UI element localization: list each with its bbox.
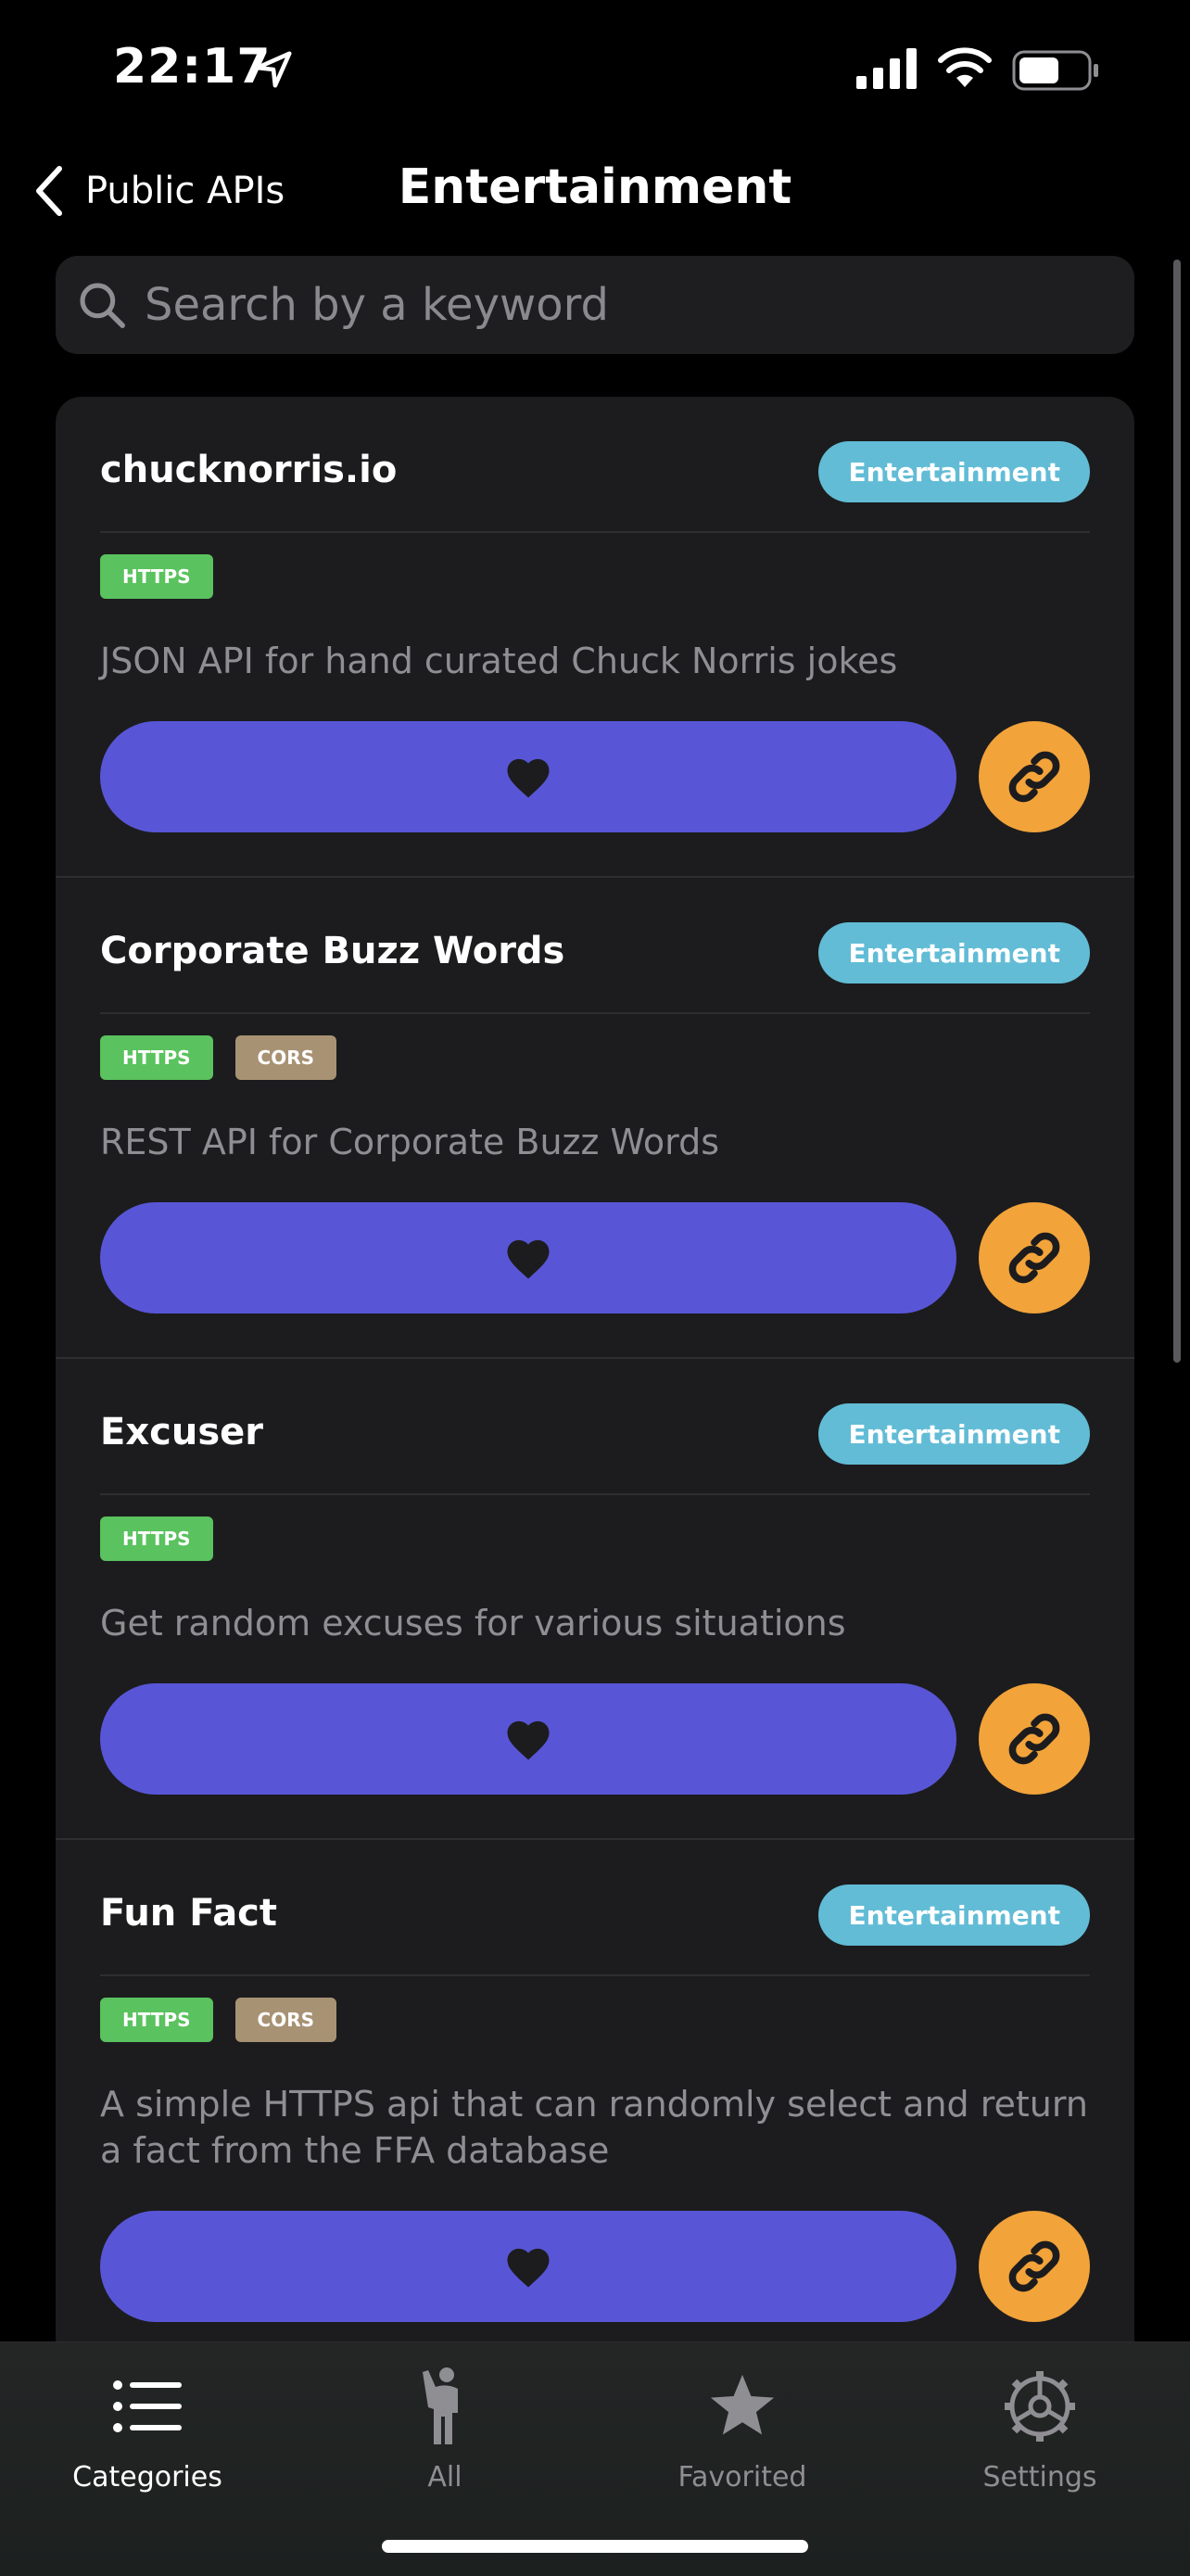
api-card[interactable]: Fun Fact Entertainment HTTPS CORS A simpl…	[56, 1840, 1134, 2343]
tab-label: Categories	[72, 2461, 222, 2494]
tab-label: All	[427, 2461, 462, 2494]
api-title: Corporate Buzz Words	[100, 930, 565, 972]
open-link-button[interactable]	[979, 2211, 1090, 2322]
person-icon	[403, 2365, 487, 2448]
api-description: JSON API for hand curated Chuck Norris j…	[100, 641, 898, 681]
star-icon	[701, 2365, 784, 2448]
tab-label: Settings	[982, 2461, 1097, 2494]
api-card[interactable]: Corporate Buzz Words Entertainment HTTPS…	[56, 878, 1134, 1359]
category-badge: Entertainment	[818, 1884, 1090, 1946]
category-badge: Entertainment	[818, 1403, 1090, 1465]
link-icon	[1008, 1232, 1060, 1284]
https-tag: HTTPS	[100, 554, 213, 599]
api-description: Get random excuses for various situation…	[100, 1603, 846, 1643]
api-card[interactable]: Excuser Entertainment HTTPS Get random e…	[56, 1359, 1134, 1840]
divider	[100, 1012, 1090, 1014]
tab-favorited[interactable]: Favorited	[650, 2365, 835, 2494]
api-description: A simple HTTPS api that can randomly sel…	[100, 2084, 1088, 2171]
tag-list: HTTPS	[100, 554, 213, 599]
divider	[100, 531, 1090, 533]
api-title: chucknorris.io	[100, 449, 398, 491]
https-tag: HTTPS	[100, 1516, 213, 1561]
https-tag: HTTPS	[100, 1035, 213, 1080]
cors-tag: CORS	[234, 1998, 337, 2042]
gear-icon	[998, 2365, 1082, 2448]
status-time: 22:17	[113, 39, 272, 95]
divider	[100, 1974, 1090, 1976]
location-arrow-icon	[255, 51, 292, 88]
api-title: Excuser	[100, 1411, 263, 1453]
heart-icon	[507, 2248, 550, 2288]
heart-icon	[507, 1239, 550, 1279]
tab-label: Favorited	[677, 2461, 807, 2494]
cellular-signal-icon	[856, 48, 917, 89]
search-input[interactable]	[143, 278, 1110, 332]
battery-icon	[1012, 50, 1098, 91]
api-title: Fun Fact	[100, 1892, 278, 1935]
tab-categories[interactable]: Categories	[55, 2365, 240, 2494]
https-tag: HTTPS	[100, 1998, 213, 2042]
link-icon	[1008, 751, 1060, 803]
tag-list: HTTPS CORS	[100, 1035, 337, 1080]
tab-all[interactable]: All	[352, 2365, 538, 2494]
open-link-button[interactable]	[979, 1202, 1090, 1313]
api-description: REST API for Corporate Buzz Words	[100, 1122, 719, 1162]
favorite-button[interactable]	[100, 2211, 956, 2322]
status-bar: 22:17	[0, 0, 1190, 139]
api-list: chucknorris.io Entertainment HTTPS JSON …	[56, 397, 1134, 2343]
category-badge: Entertainment	[818, 922, 1090, 983]
heart-icon	[507, 1720, 550, 1760]
divider	[100, 1493, 1090, 1495]
tab-settings[interactable]: Settings	[947, 2365, 1133, 2494]
tag-list: HTTPS CORS	[100, 1998, 337, 2042]
api-card[interactable]: chucknorris.io Entertainment HTTPS JSON …	[56, 397, 1134, 878]
heart-icon	[507, 758, 550, 798]
home-indicator[interactable]	[382, 2540, 808, 2553]
wifi-icon	[938, 47, 992, 87]
page-title: Entertainment	[398, 159, 792, 215]
favorite-button[interactable]	[100, 1202, 956, 1313]
search-icon	[80, 283, 125, 328]
link-icon	[1008, 1713, 1060, 1765]
favorite-button[interactable]	[100, 721, 956, 832]
link-icon	[1008, 2240, 1060, 2292]
scroll-indicator[interactable]	[1173, 260, 1181, 1363]
tag-list: HTTPS	[100, 1516, 213, 1561]
favorite-button[interactable]	[100, 1683, 956, 1795]
list-icon	[106, 2365, 189, 2448]
open-link-button[interactable]	[979, 721, 1090, 832]
open-link-button[interactable]	[979, 1683, 1090, 1795]
category-badge: Entertainment	[818, 441, 1090, 502]
cors-tag: CORS	[234, 1035, 337, 1080]
search-bar[interactable]	[56, 256, 1134, 354]
